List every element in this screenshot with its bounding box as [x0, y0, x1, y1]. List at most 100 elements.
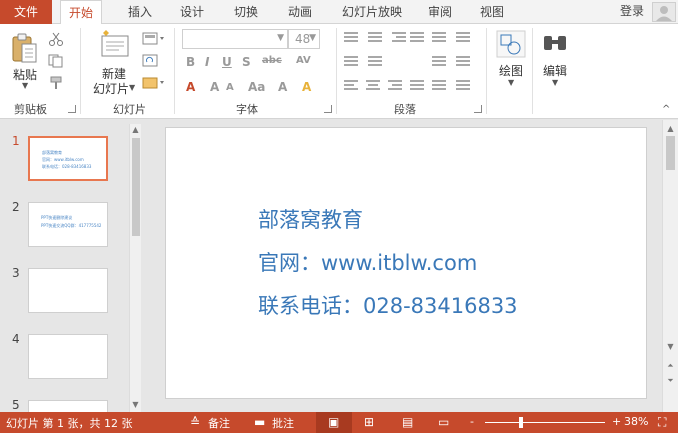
align-left-icon[interactable] [344, 80, 358, 92]
tab-view[interactable]: 视图 [472, 0, 512, 24]
collapse-ribbon-icon[interactable]: ^ [662, 104, 670, 115]
tab-design[interactable]: 设计 [172, 0, 212, 24]
change-case-button[interactable]: Aa [248, 80, 265, 94]
notes-button[interactable]: 备注 [208, 415, 230, 431]
paste-icon[interactable] [10, 32, 40, 64]
thumbnail-scrollbar[interactable]: ▲ ▼ [129, 124, 141, 412]
tab-home[interactable]: 开始 [60, 0, 102, 25]
editing-label[interactable]: 编辑 [540, 62, 570, 79]
scroll-down-icon[interactable]: ▼ [130, 400, 141, 409]
drawing-shapes-icon[interactable] [496, 30, 526, 58]
drawing-dropdown-icon[interactable]: ▼ [508, 78, 514, 87]
decrease-indent-icon[interactable] [392, 32, 406, 44]
slide-thumbnail-5[interactable] [28, 400, 108, 412]
font-size-dropdown-icon[interactable]: ▼ [309, 33, 316, 43]
distributed-icon[interactable] [432, 80, 446, 92]
scrollbar-thumb[interactable] [666, 136, 675, 170]
scroll-down-icon[interactable]: ▼ [663, 342, 678, 351]
tab-slideshow[interactable]: 幻灯片放映 [336, 0, 408, 24]
cut-icon[interactable] [48, 32, 64, 46]
clipboard-launcher-icon[interactable] [68, 105, 76, 113]
editing-dropdown-icon[interactable]: ▼ [552, 78, 558, 87]
font-launcher-icon[interactable] [324, 105, 332, 113]
scroll-up-icon[interactable]: ▲ [130, 125, 141, 134]
slide-scrollbar[interactable]: ▲ ▼ ⏶ ⏷ [662, 120, 678, 412]
new-slide-label-line2[interactable]: 幻灯片 [88, 80, 134, 97]
align-center-icon[interactable] [366, 80, 380, 92]
zoom-slider-handle[interactable] [519, 417, 523, 428]
line-spacing-icon[interactable] [410, 32, 424, 44]
font-size-combo[interactable]: 48 ▼ [288, 29, 320, 49]
increase-font-button[interactable]: A [210, 80, 219, 94]
numbering-icon[interactable] [368, 32, 382, 44]
strikethrough-button[interactable]: abc [262, 55, 282, 66]
align-text-icon[interactable] [432, 56, 446, 68]
slide-thumbnail-3[interactable] [28, 268, 108, 313]
zoom-slider-track[interactable] [485, 422, 605, 423]
justify-icon[interactable] [410, 80, 424, 92]
previous-slide-icon[interactable]: ⏶ [663, 361, 678, 371]
paste-dropdown-icon[interactable]: ▼ [22, 81, 28, 90]
slideshow-view-icon[interactable]: ▭ [438, 415, 449, 429]
drawing-label[interactable]: 绘图 [496, 62, 526, 79]
slide-sorter-view-icon[interactable]: ⊞ [364, 415, 374, 429]
format-painter-icon[interactable] [48, 76, 64, 90]
clear-format-button[interactable]: A [278, 80, 287, 94]
decrease-font-button[interactable]: A [226, 82, 234, 93]
slide-thumbnail-4[interactable] [28, 334, 108, 379]
layout-icon[interactable] [142, 32, 166, 46]
columns-icon[interactable] [456, 32, 470, 44]
highlight-button[interactable]: A [302, 80, 311, 94]
char-spacing-button[interactable]: AV [296, 55, 311, 66]
bold-button[interactable]: B [186, 55, 195, 69]
notes-icon[interactable]: ≙ [190, 415, 200, 429]
binoculars-icon[interactable] [541, 32, 569, 56]
avatar[interactable] [652, 2, 676, 22]
login-link[interactable]: 登录 [620, 0, 644, 24]
zoom-in-button[interactable]: + [612, 415, 621, 428]
increase-indent-icon[interactable] [344, 56, 358, 68]
tab-insert[interactable]: 插入 [120, 0, 160, 24]
normal-view-icon[interactable]: ▣ [328, 415, 339, 429]
thumb-number: 3 [12, 266, 20, 280]
fit-to-window-icon[interactable]: ⛶ [658, 415, 666, 430]
comments-icon[interactable]: ▬ [254, 415, 265, 429]
paragraph-column-icon[interactable] [456, 80, 470, 92]
copy-icon[interactable] [48, 54, 64, 68]
tab-file[interactable]: 文件 [0, 0, 52, 24]
underline-button[interactable]: U [222, 55, 232, 69]
text-shadow-button[interactable]: S [242, 55, 251, 69]
tab-transitions[interactable]: 切换 [226, 0, 266, 24]
font-size-value: 48 [295, 32, 311, 46]
next-slide-icon[interactable]: ⏷ [663, 376, 678, 386]
reading-view-icon[interactable]: ▤ [402, 415, 413, 429]
new-slide-icon[interactable] [99, 30, 131, 60]
comments-button[interactable]: 批注 [272, 415, 294, 431]
align-right-icon[interactable] [388, 80, 402, 92]
font-family-combo[interactable]: ▼ [182, 29, 288, 49]
scroll-up-icon[interactable]: ▲ [663, 124, 678, 133]
new-slide-dropdown-icon[interactable]: ▼ [129, 83, 135, 92]
slide-text-phone[interactable]: 联系电话：028-83416833 [258, 290, 518, 320]
slide-canvas[interactable]: 部落窝教育 官网：www.itblw.com 联系电话：028-83416833 [165, 127, 647, 399]
zoom-out-button[interactable]: - [470, 415, 474, 428]
slide-thumbnail-2[interactable]: PPT快速删除建议 PPT快速交流QQ群：417775542 [28, 202, 108, 247]
smartart-icon[interactable] [456, 56, 470, 68]
tab-animations[interactable]: 动画 [280, 0, 320, 24]
reset-icon[interactable] [142, 54, 166, 68]
font-family-dropdown-icon[interactable]: ▼ [277, 33, 284, 43]
section-icon[interactable] [142, 76, 166, 90]
italic-button[interactable]: I [205, 55, 209, 69]
group-divider [486, 28, 487, 114]
rtl-icon[interactable] [368, 56, 382, 68]
text-direction-icon[interactable] [432, 32, 446, 44]
bullets-icon[interactable] [344, 32, 358, 44]
font-color-button[interactable]: A [186, 80, 195, 94]
scrollbar-thumb[interactable] [132, 138, 140, 236]
paragraph-launcher-icon[interactable] [474, 105, 482, 113]
slide-text-title[interactable]: 部落窝教育 [258, 204, 363, 234]
tab-review[interactable]: 审阅 [420, 0, 460, 24]
slide-thumbnail-1[interactable]: 部落窝教育 官网：www.itblw.com 联系电话：028-83416833 [28, 136, 108, 181]
zoom-level[interactable]: 38% [624, 415, 648, 428]
slide-text-website[interactable]: 官网：www.itblw.com [258, 247, 477, 277]
